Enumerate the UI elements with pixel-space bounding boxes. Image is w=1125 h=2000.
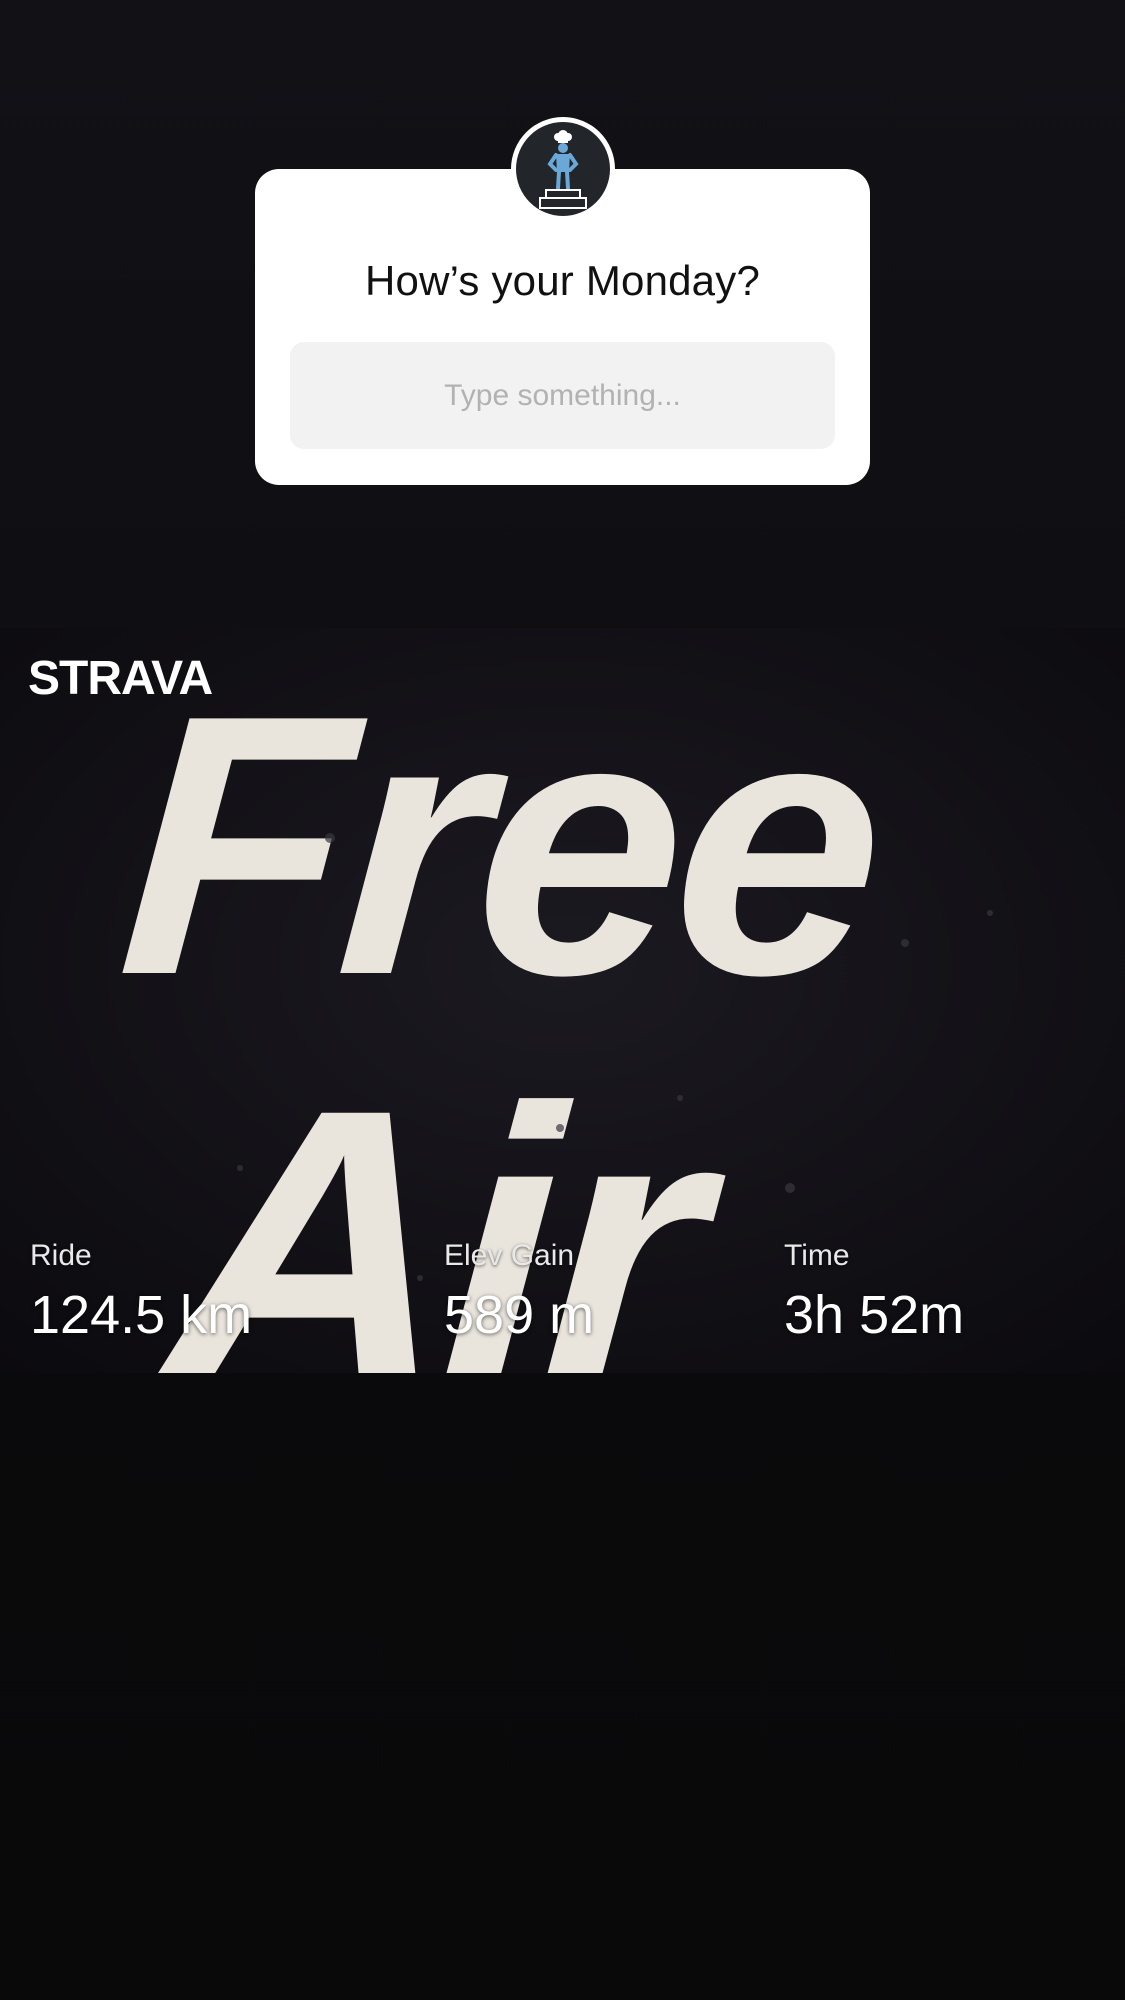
- question-title: How’s your Monday?: [364, 257, 760, 304]
- avatar[interactable]: [511, 117, 615, 221]
- strava-logo-text: STRAVA: [28, 654, 213, 700]
- activity-stats: Ride 124.5 km Elev Gain 589 m Time 3h 52…: [0, 1238, 1125, 1358]
- chef-on-podium-icon: [516, 122, 610, 216]
- strava-logo: STRAVA: [28, 652, 248, 705]
- stat-label: Elev Gain: [444, 1239, 575, 1272]
- stat-label: Time: [784, 1239, 850, 1272]
- strava-activity-card[interactable]: Free Air STRAVA Ride 124.5 km Elev Gain …: [0, 628, 1125, 1373]
- stat-ride: Ride 124.5 km: [30, 1238, 252, 1348]
- stat-elev-gain: Elev Gain 589 m: [444, 1238, 594, 1348]
- stat-time: Time 3h 52m: [784, 1238, 964, 1348]
- stat-value: 3h 52m: [784, 1285, 965, 1345]
- stat-value: 124.5 km: [30, 1285, 253, 1345]
- answer-input[interactable]: [290, 342, 835, 449]
- stat-label: Ride: [30, 1239, 92, 1272]
- stat-value: 589 m: [444, 1285, 595, 1345]
